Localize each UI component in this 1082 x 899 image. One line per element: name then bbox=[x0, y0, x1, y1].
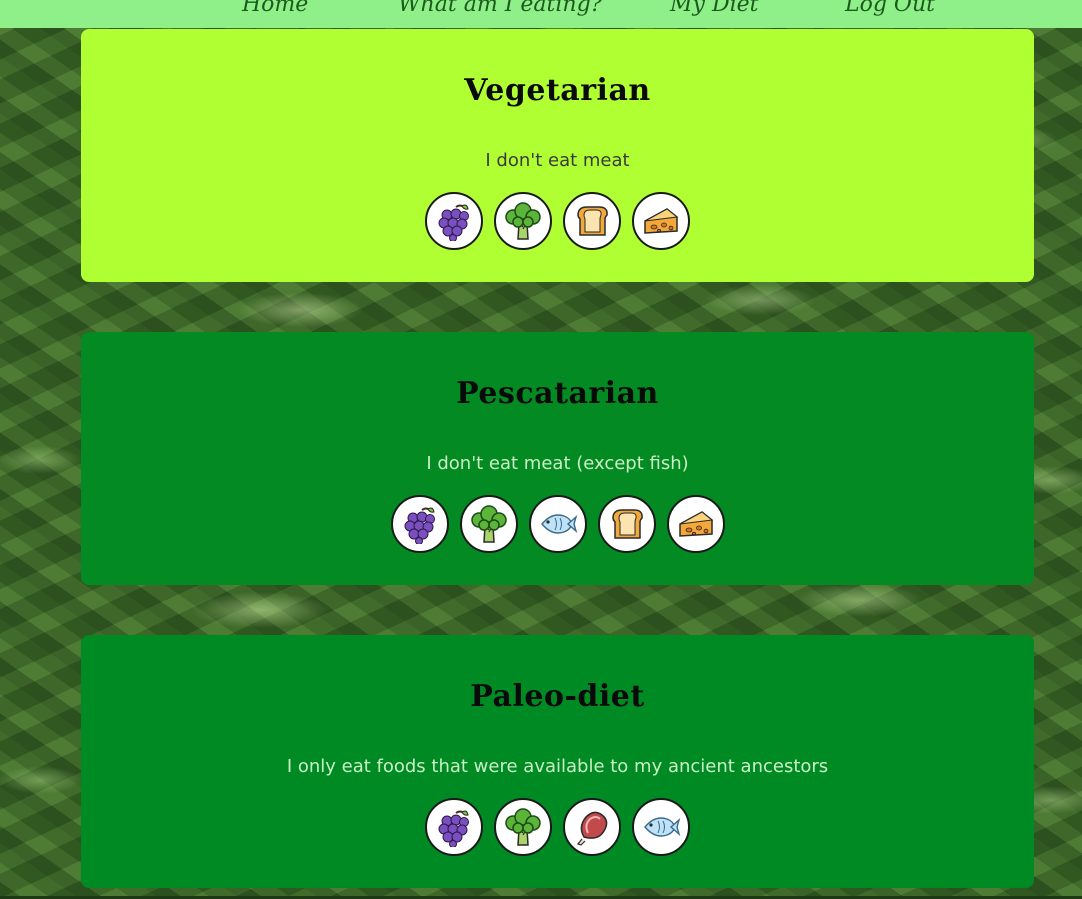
nav-my-diet-link[interactable]: My Diet bbox=[670, 0, 758, 17]
ham-icon bbox=[563, 798, 621, 856]
broccoli-icon bbox=[459, 495, 518, 553]
diet-description: I don't eat meat bbox=[485, 150, 630, 171]
grapes-icon bbox=[390, 495, 449, 553]
diet-card-vegetarian[interactable]: Vegetarian I don't eat meat bbox=[81, 29, 1034, 282]
bread-icon bbox=[563, 192, 621, 250]
diet-card-pescatarian[interactable]: Pescatarian I don't eat meat (except fis… bbox=[81, 332, 1034, 585]
cheese-icon bbox=[666, 495, 725, 553]
food-icon-row bbox=[81, 495, 1034, 553]
diet-title[interactable]: Vegetarian bbox=[81, 73, 1034, 108]
diet-title[interactable]: Paleo-diet bbox=[81, 679, 1034, 714]
fish-icon bbox=[528, 495, 587, 553]
top-nav: Home What am I eating? My Diet Log Out bbox=[0, 0, 1082, 28]
grapes-icon bbox=[425, 798, 483, 856]
diet-card-paleo[interactable]: Paleo-diet I only eat foods that were av… bbox=[81, 635, 1034, 888]
nav-log-out-link[interactable]: Log Out bbox=[845, 0, 935, 17]
nav-home-link[interactable]: Home bbox=[242, 0, 308, 17]
broccoli-icon bbox=[494, 192, 552, 250]
diet-title[interactable]: Pescatarian bbox=[81, 376, 1034, 411]
broccoli-icon bbox=[494, 798, 552, 856]
cheese-icon bbox=[632, 192, 690, 250]
bread-icon bbox=[597, 495, 656, 553]
diet-description: I only eat foods that were available to … bbox=[286, 756, 829, 777]
diet-description: I don't eat meat (except fish) bbox=[426, 453, 689, 474]
food-icon-row bbox=[81, 798, 1034, 856]
fish-icon bbox=[632, 798, 690, 856]
nav-what-am-i-eating-link[interactable]: What am I eating? bbox=[398, 0, 602, 17]
grapes-icon bbox=[425, 192, 483, 250]
food-icon-row bbox=[81, 192, 1034, 250]
